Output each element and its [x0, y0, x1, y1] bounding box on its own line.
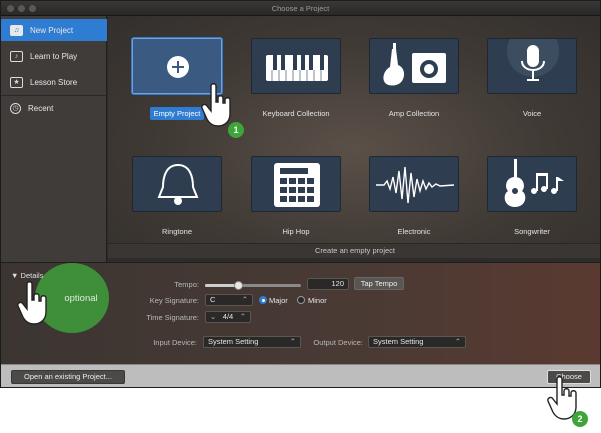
sidebar-item-label: Lesson Store: [30, 77, 78, 87]
key-signature-value: C: [210, 295, 216, 304]
time-signature-label: Time Signature:: [146, 313, 199, 322]
title-bar: Choose a Project: [1, 1, 600, 16]
choose-project-window: Choose a Project ♫ New Project ♪ Learn t…: [0, 0, 601, 388]
sidebar-item-label: New Project: [30, 25, 74, 35]
template-label: Keyboard Collection: [262, 109, 330, 118]
template-electronic[interactable]: [369, 156, 459, 212]
details-toggle[interactable]: ▼ Details: [11, 271, 43, 280]
template-keyboard-collection[interactable]: [251, 38, 341, 94]
template-label: Voice: [522, 109, 542, 118]
minor-radio[interactable]: [297, 296, 305, 304]
sidebar-item-label: Recent: [28, 103, 54, 113]
time-signature-stepper[interactable]: ⌄ 4/4 ⌃: [205, 311, 251, 323]
optional-label: optional: [64, 292, 98, 304]
template-description: Create an empty project: [108, 243, 600, 258]
star-icon: ★: [10, 76, 23, 88]
window-title: Choose a Project: [271, 4, 330, 13]
microphone-icon: [507, 39, 559, 81]
waveform-icon: [376, 166, 455, 204]
input-device-label: Input Device:: [153, 338, 197, 347]
details-toggle-label: Details: [20, 271, 44, 280]
template-label: Amp Collection: [388, 109, 440, 118]
sidebar-item-learn-to-play[interactable]: ♪ Learn to Play: [1, 45, 107, 67]
output-device-value: System Setting: [373, 337, 424, 346]
sidebar-item-recent[interactable]: ◷ Recent: [1, 97, 107, 119]
template-label: Electronic: [397, 227, 431, 236]
step-badge-1: 1: [228, 122, 244, 138]
guitar-amp-icon: [383, 43, 446, 86]
tempo-slider[interactable]: [205, 281, 301, 290]
bell-icon: [157, 163, 199, 205]
tap-tempo-button[interactable]: Tap Tempo: [354, 277, 404, 290]
clock-icon: ◷: [10, 102, 21, 114]
updown-chevron-icon: ⌃: [289, 337, 296, 346]
keyboard-icon: [266, 55, 328, 81]
updown-chevron-icon: ⌃: [454, 337, 461, 346]
sidebar-item-lesson-store[interactable]: ★ Lesson Store: [1, 71, 107, 93]
acoustic-guitar-icon: [504, 159, 564, 207]
chevron-down-icon[interactable]: ⌄: [210, 312, 216, 322]
chevron-up-icon[interactable]: ⌃: [240, 312, 246, 322]
template-amp-collection[interactable]: [369, 38, 459, 94]
template-voice[interactable]: [487, 38, 577, 94]
sidebar: ♫ New Project ♪ Learn to Play ★ Lesson S…: [1, 16, 107, 262]
key-signature-select[interactable]: C ⌃: [205, 294, 253, 306]
sidebar-item-label: Learn to Play: [30, 51, 78, 61]
tempo-field[interactable]: 120: [307, 278, 349, 290]
open-existing-project-button[interactable]: Open an existing Project...: [11, 370, 125, 384]
guitar-doc-icon: ♫: [10, 24, 23, 36]
input-device-select[interactable]: System Setting ⌃: [203, 336, 301, 348]
drum-machine-icon: [274, 163, 320, 207]
template-songwriter[interactable]: [487, 156, 577, 212]
template-ringtone[interactable]: [132, 156, 222, 212]
output-device-select[interactable]: System Setting ⌃: [368, 336, 466, 348]
tempo-slider-knob[interactable]: [234, 281, 244, 290]
step-badge-2: 2: [572, 411, 588, 427]
template-label: Songwriter: [514, 227, 550, 236]
input-device-value: System Setting: [208, 337, 259, 346]
time-signature-value: 4/4: [222, 312, 234, 321]
tempo-label: Tempo:: [174, 280, 199, 289]
minor-label: Minor: [308, 296, 327, 305]
sidebar-item-new-project[interactable]: ♫ New Project: [1, 19, 107, 41]
template-hip-hop[interactable]: [251, 156, 341, 212]
template-label: Hip Hop: [282, 227, 310, 236]
template-label: Ringtone: [161, 227, 193, 236]
key-signature-label: Key Signature:: [149, 296, 199, 305]
major-label: Major: [269, 296, 288, 305]
footer-bar: Open an existing Project... Choose: [1, 364, 600, 387]
major-radio[interactable]: [259, 296, 267, 304]
updown-chevron-icon: ⌃: [241, 295, 248, 304]
note-icon: ♪: [10, 50, 23, 62]
disclosure-triangle-icon: ▼: [11, 271, 19, 280]
details-panel: optional ▼ Details Tempo: 120 Tap Tempo …: [1, 262, 600, 364]
template-grid: Empty Project Keyboard Collection Amp Co…: [108, 16, 600, 258]
sidebar-divider: [1, 95, 107, 96]
pointer-hand-icon: [17, 281, 47, 325]
output-device-label: Output Device:: [313, 338, 363, 347]
pointer-hand-icon: [201, 83, 231, 127]
